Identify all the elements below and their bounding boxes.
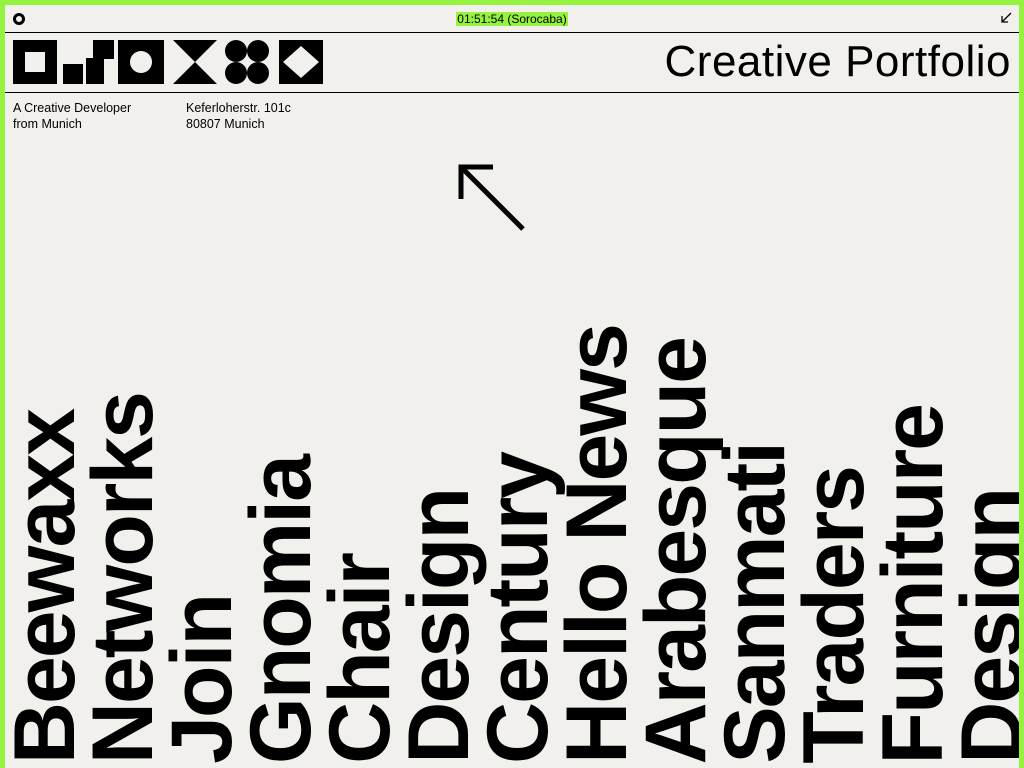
project-link-arabesque[interactable]: Arabesque: [628, 338, 724, 765]
project-link-traders[interactable]: Traders: [786, 467, 882, 764]
project-link-beewaxx[interactable]: Beewaxx: [5, 410, 93, 764]
project-link-hello-news[interactable]: Hello News: [549, 325, 645, 764]
project-link-chair[interactable]: Chair: [312, 554, 408, 764]
project-link-century[interactable]: Century: [470, 453, 566, 764]
project-list: Beewaxx Networks Join Gnomia Chair Desig…: [5, 5, 1019, 768]
project-link-design[interactable]: Design: [391, 489, 487, 764]
project-link-join[interactable]: Join: [154, 595, 250, 764]
project-link-furniture[interactable]: Furniture: [865, 405, 961, 764]
project-link-sanmati[interactable]: Sanmati: [707, 443, 803, 764]
page-frame: 01:51:54 (Sorocaba) Creative Portfolio A…: [5, 5, 1019, 768]
project-link-networks[interactable]: Networks: [75, 393, 171, 764]
project-link-gnomia[interactable]: Gnomia: [233, 456, 329, 764]
project-link-design-2[interactable]: Design: [944, 489, 1019, 764]
